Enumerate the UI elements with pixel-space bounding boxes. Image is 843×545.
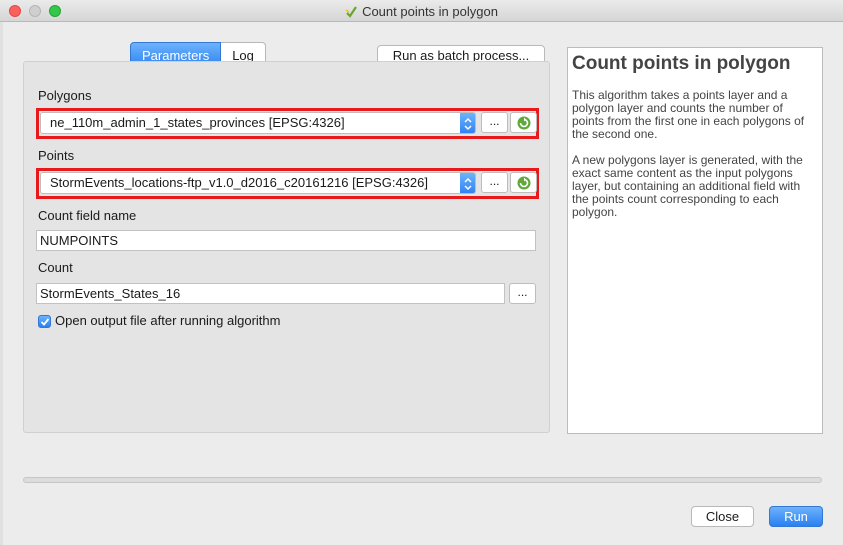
help-panel: Count points in polygon This algorithm t… [567, 47, 823, 434]
qgis-icon [345, 5, 358, 18]
points-browse-button[interactable]: ... [481, 172, 508, 193]
points-layer-select[interactable]: StormEvents_locations-ftp_v1.0_d2016_c20… [40, 172, 476, 194]
open-output-checkbox[interactable] [38, 315, 51, 328]
iterate-green-icon [517, 116, 531, 130]
polygons-layer-value: ne_110m_admin_1_states_provinces [EPSG:4… [50, 115, 345, 130]
points-iterate-button[interactable] [510, 172, 537, 193]
polygons-browse-button[interactable]: ... [481, 112, 508, 133]
window-title: Count points in polygon [0, 4, 843, 19]
polygons-iterate-button[interactable] [510, 112, 537, 133]
progress-bar [23, 477, 822, 483]
points-label: Points [38, 148, 75, 163]
count-output-input[interactable]: StormEvents_States_16 [36, 283, 505, 304]
title-bar: Count points in polygon [0, 0, 843, 22]
open-output-label: Open output file after running algorithm [55, 313, 281, 328]
help-paragraph: This algorithm takes a points layer and … [572, 88, 805, 141]
run-button[interactable]: Run [769, 506, 823, 527]
iterate-green-icon [517, 176, 531, 190]
window-left-edge [0, 22, 3, 545]
help-paragraph: A new polygons layer is generated, with … [572, 153, 803, 219]
count-output-browse-button[interactable]: ... [509, 283, 536, 304]
updown-arrows-icon [460, 113, 475, 133]
checkmark-icon [40, 318, 50, 326]
polygons-label: Polygons [38, 88, 92, 103]
polygons-layer-select[interactable]: ne_110m_admin_1_states_provinces [EPSG:4… [40, 112, 476, 134]
count-output-label: Count [38, 260, 73, 275]
help-title: Count points in polygon [572, 53, 791, 74]
count-field-name-input[interactable]: NUMPOINTS [36, 230, 536, 251]
updown-arrows-icon [460, 173, 475, 193]
count-field-name-label: Count field name [38, 208, 137, 223]
points-layer-value: StormEvents_locations-ftp_v1.0_d2016_c20… [50, 175, 428, 190]
window-title-text: Count points in polygon [362, 4, 498, 19]
close-button[interactable]: Close [691, 506, 754, 527]
